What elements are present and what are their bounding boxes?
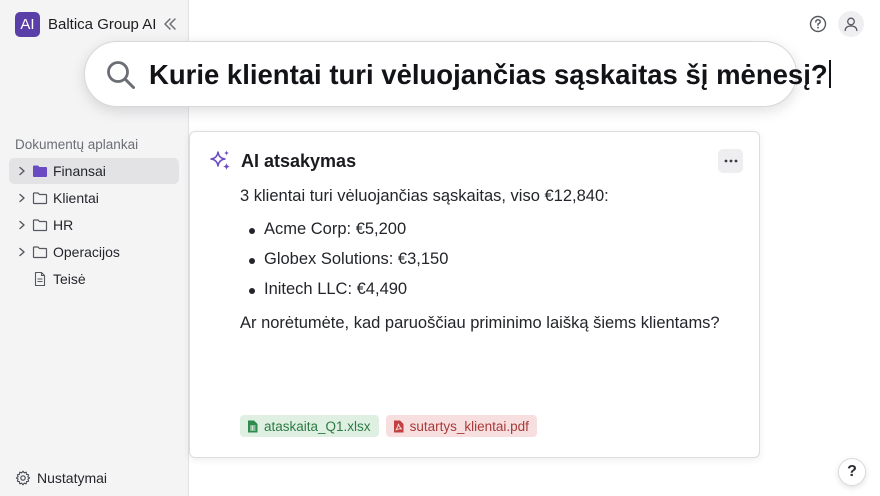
text-caret — [828, 60, 831, 88]
list-item-text: Initech LLC: €4,490 — [264, 280, 408, 298]
gear-icon — [15, 470, 31, 486]
folder-label: Operacijos — [53, 244, 120, 260]
answer-summary: 3 klientai turi vėluojančias sąskaitas, … — [240, 187, 609, 205]
search-query[interactable]: Kurie klientai turi vėluojančias sąskait… — [149, 59, 831, 91]
bullet — [249, 288, 255, 294]
settings-button[interactable]: Nustatymai — [15, 470, 107, 486]
search-icon — [107, 61, 135, 89]
attachment-name: sutartys_klientai.pdf — [409, 418, 529, 434]
help-circle-icon[interactable] — [805, 11, 831, 37]
sidebar-item-finansai[interactable]: Finansai — [9, 158, 179, 184]
attachment-xlsx[interactable]: ataskaita_Q1.xlsx — [240, 415, 379, 437]
folder-label: Finansai — [53, 163, 106, 179]
chevron-right-icon[interactable] — [17, 220, 27, 230]
sidebar-item-klientai[interactable]: Klientai — [9, 185, 179, 211]
folder-icon — [32, 219, 48, 232]
sidebar-item-hr[interactable]: HR — [9, 212, 179, 238]
list-item-text: Globex Solutions: €3,150 — [264, 250, 449, 268]
sparkle-icon — [210, 150, 230, 170]
list-item-text: Acme Corp: €5,200 — [264, 220, 407, 238]
pdf-file-icon — [393, 420, 404, 432]
more-horizontal-icon — [724, 159, 737, 163]
follow-up-question: Ar norėtumėte, kad paruoščiau priminimo … — [240, 314, 720, 332]
chevron-right-icon[interactable] — [17, 247, 27, 257]
brand[interactable]: AI Baltica Group AI — [15, 12, 156, 37]
attachment-name: ataskaita_Q1.xlsx — [264, 418, 371, 434]
folder-icon — [32, 192, 48, 205]
answer-title: AI atsakymas — [241, 151, 357, 171]
document-icon — [34, 271, 46, 287]
search-input[interactable]: Kurie klientai turi vėluojančias sąskait… — [84, 41, 831, 107]
user-icon[interactable] — [838, 11, 864, 37]
spreadsheet-file-icon — [248, 420, 258, 432]
folder-label: Klientai — [53, 190, 99, 206]
collapse-sidebar-icon[interactable] — [162, 16, 178, 32]
bullet — [249, 228, 255, 234]
folder-icon — [32, 246, 48, 259]
attachments: ataskaita_Q1.xlsx sutartys_klientai.pdf — [240, 415, 544, 437]
settings-label: Nustatymai — [37, 470, 108, 486]
sidebar-item-operacijos[interactable]: Operacijos — [9, 239, 179, 265]
more-options-button[interactable] — [718, 149, 743, 173]
app-name: Baltica Group AI — [48, 16, 157, 33]
app-logo: AI — [15, 12, 40, 37]
chevron-right-icon[interactable] — [17, 193, 27, 203]
bullet — [249, 258, 255, 264]
section-label: Dokumentų aplankai — [15, 137, 139, 152]
search-query-text: Kurie klientai turi vėluojančias sąskait… — [149, 59, 828, 90]
ai-answer-card: AI atsakymas 3 klientai turi vėluojančia… — [189, 131, 760, 458]
folder-list: Finansai Klientai HR Operacijos Teisė — [9, 158, 179, 293]
folder-label: HR — [53, 217, 74, 233]
sidebar-item-teise[interactable]: Teisė — [9, 266, 179, 292]
folder-filled-icon — [33, 165, 47, 177]
folder-label: Teisė — [53, 271, 86, 287]
chevron-right-icon[interactable] — [17, 166, 27, 176]
help-button[interactable]: ? — [838, 458, 866, 486]
attachment-pdf[interactable]: sutartys_klientai.pdf — [385, 415, 537, 437]
